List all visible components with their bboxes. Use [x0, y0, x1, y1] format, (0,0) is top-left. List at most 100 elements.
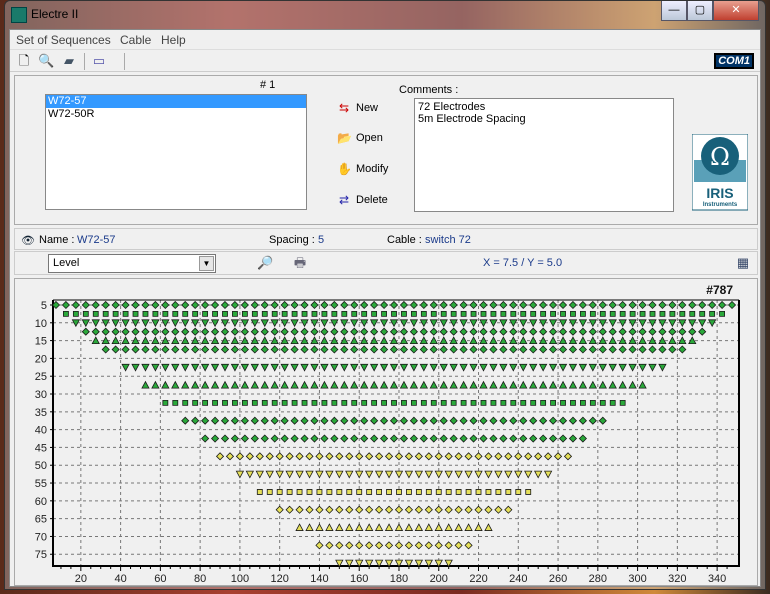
- data-point-square: [202, 310, 209, 317]
- x-tick-label: 180: [390, 573, 408, 585]
- data-point-square: [530, 400, 537, 406]
- data-point-square: [465, 489, 472, 495]
- data-point-square: [510, 310, 517, 317]
- data-point-square: [261, 400, 268, 406]
- pseudosection-chart[interactable]: 20 40 60 80 100 120 140 160 180 200 220 240 260 280 30…: [0, 0, 770, 594]
- data-point-square: [341, 310, 348, 317]
- data-point-square: [649, 310, 656, 317]
- data-point-square: [709, 310, 716, 317]
- x-tick-label: 80: [194, 573, 206, 585]
- y-tick-label: 60: [35, 496, 47, 508]
- data-point-square: [316, 489, 323, 495]
- data-point-square: [331, 310, 338, 317]
- data-point-square: [406, 489, 412, 495]
- y-tick-label: 5: [41, 300, 47, 312]
- data-point-square: [351, 310, 358, 317]
- data-point-square: [286, 489, 293, 495]
- x-tick-label: 200: [430, 573, 448, 585]
- data-point-square: [599, 310, 606, 317]
- data-point-square: [629, 310, 636, 317]
- data-point-square: [72, 310, 79, 317]
- x-tick-label: 20: [75, 573, 87, 585]
- data-point-square: [366, 489, 373, 495]
- data-point-square: [212, 310, 218, 317]
- data-point-square: [132, 310, 139, 317]
- data-point-square: [495, 489, 502, 495]
- data-point-square: [500, 400, 507, 406]
- data-point-square: [341, 400, 348, 406]
- y-tick-label: 45: [35, 442, 47, 454]
- data-point-square: [669, 310, 676, 317]
- data-point-square: [381, 310, 387, 317]
- data-point-square: [420, 400, 427, 406]
- data-point-square: [232, 400, 238, 406]
- data-point-square: [376, 489, 382, 495]
- data-point-square: [659, 310, 666, 317]
- data-point-square: [540, 400, 547, 406]
- data-point-square: [172, 310, 179, 317]
- data-point-square: [510, 400, 517, 406]
- y-tick-label: 70: [35, 531, 47, 543]
- data-point-square: [410, 400, 417, 406]
- data-point-square: [162, 400, 169, 406]
- data-point-square: [639, 310, 646, 317]
- data-point-square: [450, 310, 457, 317]
- data-point-square: [326, 489, 333, 495]
- data-point-square: [470, 310, 477, 317]
- data-point-square: [609, 400, 616, 406]
- data-point-square: [192, 400, 199, 406]
- data-point-square: [321, 400, 328, 406]
- point-count-label: #787: [706, 283, 733, 297]
- y-tick-label: 50: [35, 460, 47, 472]
- data-point-square: [425, 489, 432, 495]
- data-point-square: [391, 400, 397, 406]
- data-point-square: [172, 400, 179, 406]
- data-point-square: [152, 310, 159, 317]
- data-point-square: [550, 310, 556, 317]
- x-tick-label: 280: [589, 573, 607, 585]
- data-point-square: [142, 310, 149, 317]
- x-tick-label: 320: [668, 573, 686, 585]
- data-point-square: [276, 489, 283, 495]
- data-point-square: [430, 400, 437, 406]
- data-point-square: [291, 400, 298, 406]
- y-tick-label: 65: [35, 514, 47, 526]
- x-tick-label: 240: [509, 573, 527, 585]
- data-point-square: [520, 310, 527, 317]
- data-point-square: [251, 310, 258, 317]
- data-point-square: [460, 400, 467, 406]
- data-point-square: [505, 489, 512, 495]
- data-point-square: [490, 310, 497, 317]
- x-tick-label: 40: [114, 573, 126, 585]
- data-point-square: [182, 310, 189, 317]
- data-point-square: [271, 310, 278, 317]
- data-point-square: [515, 489, 522, 495]
- data-point-square: [470, 400, 477, 406]
- data-point-square: [520, 400, 527, 406]
- data-point-square: [222, 400, 228, 406]
- data-point-square: [92, 310, 99, 317]
- data-point-square: [351, 400, 358, 406]
- data-point-square: [589, 400, 596, 406]
- data-point-square: [291, 310, 298, 317]
- data-point-square: [560, 310, 566, 317]
- data-point-square: [356, 489, 363, 495]
- data-point-square: [450, 400, 457, 406]
- data-point-square: [281, 400, 288, 406]
- y-tick-label: 75: [35, 549, 47, 561]
- data-point-square: [480, 400, 487, 406]
- data-point-square: [251, 400, 258, 406]
- data-point-square: [580, 310, 586, 317]
- data-point-square: [212, 400, 218, 406]
- data-point-square: [281, 310, 288, 317]
- x-tick-label: 260: [549, 573, 567, 585]
- data-point-square: [609, 310, 616, 317]
- x-tick-label: 220: [469, 573, 487, 585]
- data-point-square: [232, 310, 238, 317]
- data-point-square: [361, 400, 368, 406]
- data-point-square: [261, 310, 268, 317]
- y-tick-label: 15: [35, 336, 47, 348]
- data-point-square: [580, 400, 586, 406]
- data-point-square: [296, 489, 303, 495]
- data-point-square: [336, 489, 343, 495]
